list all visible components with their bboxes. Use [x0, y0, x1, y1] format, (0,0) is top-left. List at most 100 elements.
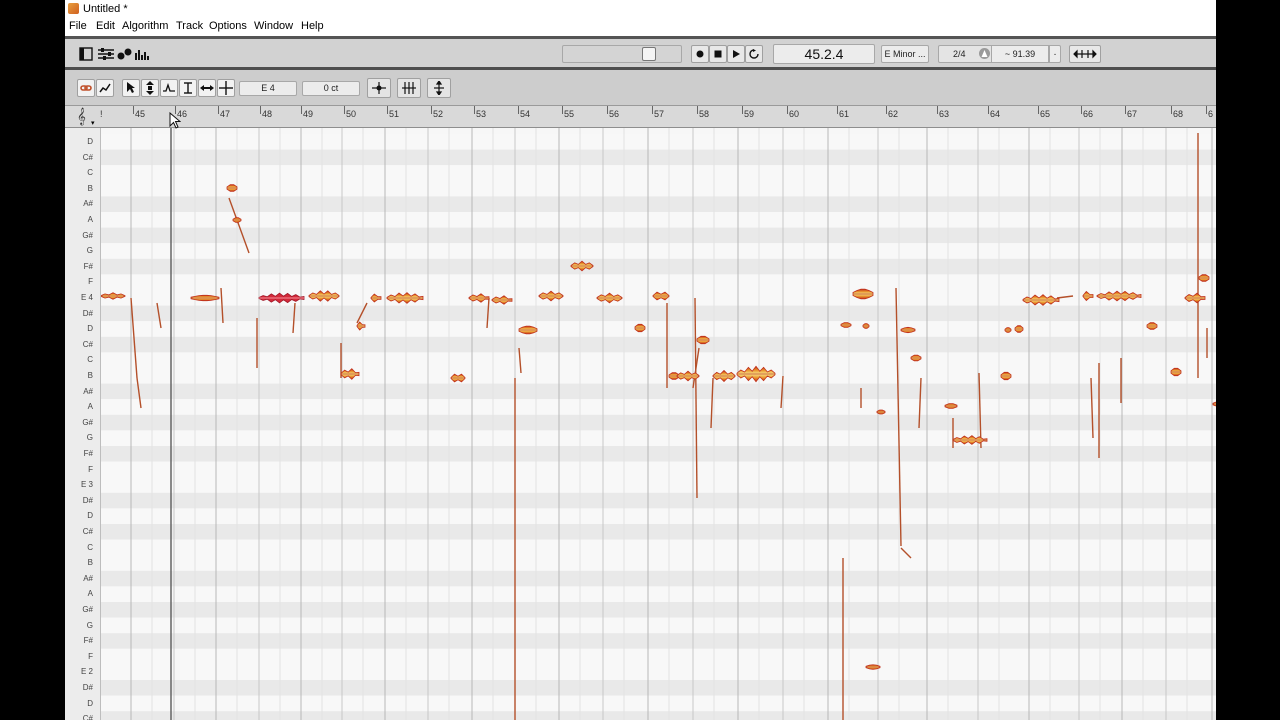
- pitch-row: [101, 336, 1216, 353]
- ruler-bar-number: 56: [609, 109, 620, 119]
- ruler-bar-number: 60: [789, 109, 800, 119]
- note-editor-grid[interactable]: [101, 128, 1216, 720]
- blob-view-icon[interactable]: [117, 47, 133, 61]
- tempo-dropdown[interactable]: .: [1049, 45, 1061, 63]
- pitch-row: [101, 368, 1216, 384]
- pitch-row: [101, 165, 1216, 181]
- pitch-curve-icon: [99, 83, 111, 93]
- pitch-correct-icon: [372, 82, 386, 94]
- pitch-row: [101, 305, 1216, 322]
- level-slider[interactable]: [562, 45, 682, 63]
- key-field[interactable]: E Minor ...: [881, 45, 929, 63]
- ruler-bar-number: 65: [1040, 109, 1051, 119]
- pitch-tool-button[interactable]: [96, 79, 114, 97]
- time-signature[interactable]: 2/4: [953, 49, 966, 59]
- pitch-move-tool-button[interactable]: [141, 79, 159, 97]
- menu-track[interactable]: Track: [176, 20, 203, 32]
- pitch-row: [101, 664, 1216, 680]
- tempo-field[interactable]: ~ 91.39: [991, 45, 1049, 63]
- time-tool-button[interactable]: [198, 79, 216, 97]
- pitch-label: E 2: [80, 667, 93, 677]
- play-button[interactable]: [727, 45, 745, 63]
- ruler-bar-number: 53: [476, 109, 487, 119]
- link-tool-button[interactable]: [77, 79, 95, 97]
- timeline-ruler[interactable]: 𝄞 ▾ ! 45 46 47 48 49 50 51 52 53 54 55 56 57 58 59 60 61…: [65, 106, 1216, 128]
- ruler-bar-number: 61: [839, 109, 850, 119]
- position-display[interactable]: 45.2.4: [773, 44, 875, 64]
- pitch-label: C#: [82, 527, 93, 536]
- tempo-edit-icon: [434, 81, 444, 95]
- tempo-tap-button[interactable]: [1069, 45, 1101, 63]
- ruler-tick: [697, 106, 698, 114]
- menu-options[interactable]: Options: [209, 20, 247, 32]
- menu-file[interactable]: File: [69, 20, 87, 32]
- menu-algorithm[interactable]: Algorithm: [122, 20, 168, 32]
- ruler-tick: [988, 106, 989, 114]
- pitch-ruler[interactable]: D C# C B A# A G# G F# F E 4 D# D C# C B A# A G# G F# F E 3 D# D C…: [65, 128, 101, 720]
- ruler-tick: [937, 106, 938, 114]
- pitch-row: [101, 524, 1216, 540]
- ruler-bar-number: 68: [1173, 109, 1184, 119]
- pitch-label: A: [87, 402, 93, 412]
- pitch-row: [101, 711, 1216, 720]
- pitch-label: G#: [82, 417, 93, 427]
- stop-button[interactable]: [709, 45, 727, 63]
- ruler-tick: [607, 106, 608, 114]
- ruler-tick: [562, 106, 563, 114]
- pitch-row: [101, 477, 1216, 493]
- pitch-row: [101, 430, 1216, 446]
- main-tool-button[interactable]: [122, 79, 140, 97]
- pitch-row: [101, 321, 1216, 337]
- ruler-tick: [133, 106, 134, 114]
- formant-tool-button[interactable]: [160, 79, 178, 97]
- pitch-label: D#: [82, 308, 93, 318]
- pitch-label: E 4: [80, 293, 93, 302]
- edit-tempo-button[interactable]: [427, 78, 451, 98]
- ruler-tick: [1038, 106, 1039, 114]
- edit-toolbar: E 4 0 ct: [65, 70, 1216, 106]
- pitch-label: C#: [82, 339, 93, 349]
- pitch-row: [101, 383, 1216, 400]
- level-slider-handle[interactable]: [642, 47, 656, 61]
- ruler-bar-number: 66: [1083, 109, 1094, 119]
- pitch-label: D: [87, 511, 93, 521]
- pitch-label: D: [87, 324, 93, 334]
- pitch-label: D: [87, 137, 93, 146]
- pitch-row: [101, 274, 1216, 290]
- loop-button[interactable]: [745, 45, 763, 63]
- pitch-row: [101, 539, 1216, 556]
- pitch-row: [101, 695, 1216, 712]
- pitch-label: E 3: [80, 480, 93, 490]
- layout-icon[interactable]: [79, 47, 93, 61]
- ruler-bar-number: 55: [564, 109, 575, 119]
- ruler-bar-number: 51: [389, 109, 400, 119]
- metronome-icon[interactable]: [979, 48, 990, 59]
- correct-pitch-button[interactable]: [367, 78, 391, 98]
- note-pitch-field[interactable]: E 4: [239, 81, 297, 96]
- mixer-icon[interactable]: [97, 47, 115, 61]
- app-window: Untitled * File Edit Algorithm Track Opt…: [65, 0, 1216, 720]
- cents-field[interactable]: 0 ct: [302, 81, 360, 96]
- menu-window[interactable]: Window: [254, 20, 293, 32]
- ruler-bar-number: 52: [433, 109, 444, 119]
- pitch-row: [101, 617, 1216, 634]
- quantize-time-button[interactable]: [397, 78, 421, 98]
- treble-clef-icon[interactable]: 𝄞: [77, 108, 86, 125]
- ruler-bar-number: 58: [699, 109, 710, 119]
- ruler-edge-tick: !: [100, 109, 103, 119]
- pitch-label: F#: [83, 449, 93, 458]
- ruler-tick: [518, 106, 519, 114]
- pitch-label: A: [87, 215, 93, 224]
- clef-dropdown-icon[interactable]: ▾: [91, 119, 95, 127]
- spectrum-icon[interactable]: [134, 47, 150, 61]
- menu-bar: File Edit Algorithm Track Options Window…: [65, 18, 1216, 36]
- separation-icon: [219, 81, 233, 95]
- ruler-tick: [837, 106, 838, 114]
- amplitude-tool-button[interactable]: [179, 79, 197, 97]
- menu-help[interactable]: Help: [301, 20, 324, 32]
- menu-edit[interactable]: Edit: [96, 20, 115, 32]
- separation-tool-button[interactable]: [217, 79, 235, 97]
- record-button[interactable]: [691, 45, 709, 63]
- pitch-move-icon: [146, 81, 154, 95]
- pitch-label: F: [88, 277, 93, 287]
